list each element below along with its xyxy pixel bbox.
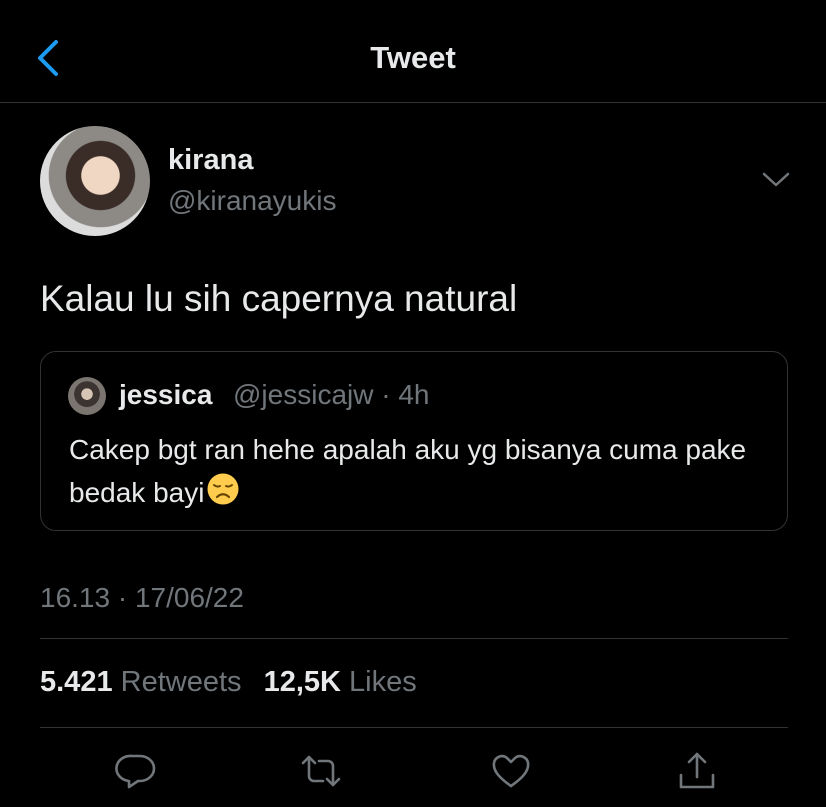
top-bar: Tweet [0,0,826,103]
retweet-icon[interactable] [300,750,342,792]
quote-age: 4h [398,379,430,410]
reply-icon[interactable] [115,750,157,792]
quote-author-name: jessica [119,379,213,410]
quote-separator: · [381,379,391,410]
quote-text-body: Cakep bgt ran hehe apalah aku yg bisanya… [69,434,747,508]
quoted-tweet[interactable]: jessica @jessicajw · 4h Cakep bgt ran he… [40,351,788,531]
tweet-text: Kalau lu sih capernya natural [40,278,518,319]
quote-text: Cakep bgt ran hehe apalah aku yg bisanya… [69,428,769,514]
likes-label[interactable]: Likes [349,666,417,698]
quote-meta: @jessicajw · 4h [233,379,430,411]
tweet-timestamp: 16.13 · 17/06/22 [40,582,244,613]
tweet-stats: 5.421 Retweets 12,5K Likes [40,666,431,699]
divider [40,638,788,639]
author-handle[interactable]: @kiranayukis [168,185,336,217]
disappointed-face-icon [206,472,240,506]
likes-count[interactable]: 12,5K [264,666,341,698]
page-title: Tweet [370,40,456,75]
share-icon[interactable] [676,750,718,792]
author-name[interactable]: kirana [168,144,253,177]
quote-author-handle: @jessicajw [233,379,374,410]
retweets-count[interactable]: 5.421 [40,666,113,698]
divider [40,727,788,728]
quote-avatar [68,377,106,415]
retweets-label[interactable]: Retweets [121,666,242,698]
like-icon[interactable] [490,750,532,792]
chevron-down-icon[interactable] [760,168,792,192]
avatar[interactable] [40,126,150,236]
